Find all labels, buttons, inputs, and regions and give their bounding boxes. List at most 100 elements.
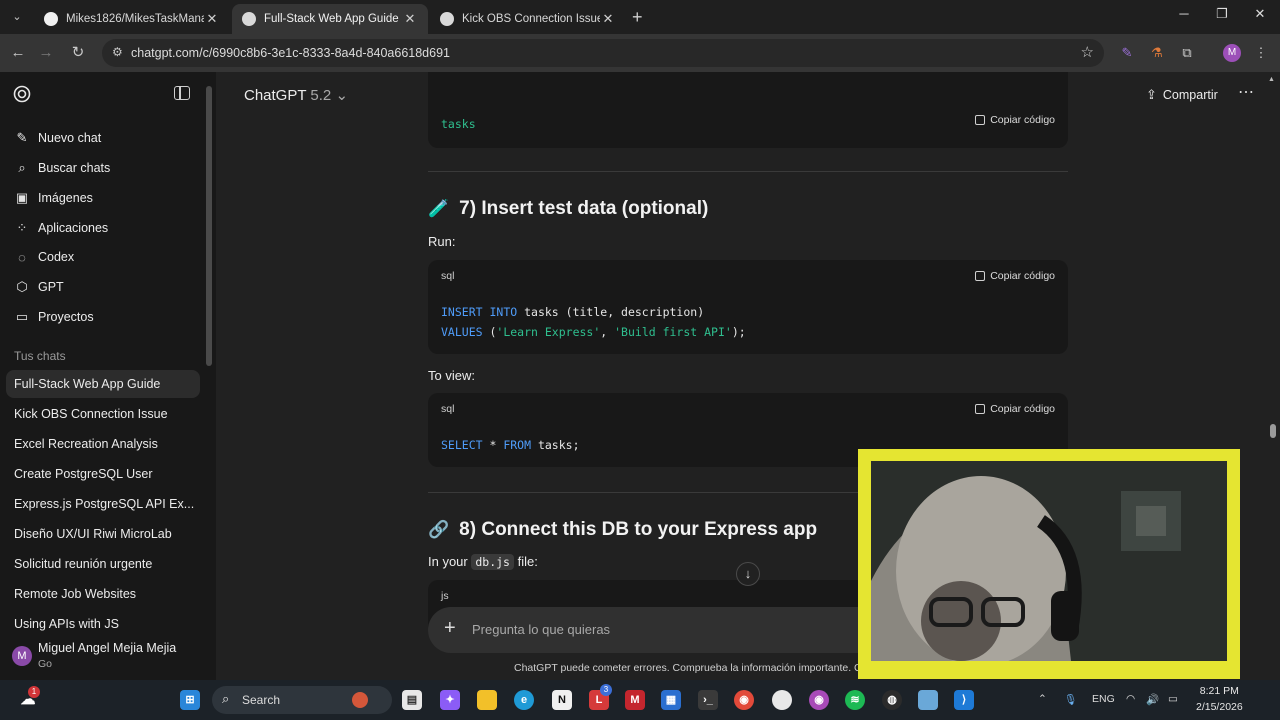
edge-icon[interactable]: e <box>514 690 534 710</box>
paragraph: In your db.js file: <box>428 554 538 570</box>
model-selector[interactable]: ChatGPT 5.2 ⌄ <box>244 86 348 104</box>
code-text: INSERT INTO tasks (title, description) V… <box>441 305 746 339</box>
vscode-icon[interactable]: ⟩ <box>954 690 974 710</box>
url-text: chatgpt.com/c/6990c8b6-3e1c-8333-8a4d-84… <box>131 46 450 60</box>
sidebar-item-label: Imágenes <box>38 191 93 205</box>
sidebar-item-gpt[interactable]: ⬡ GPT <box>8 273 200 301</box>
chat-item[interactable]: Solicitud reunión urgente <box>6 550 200 578</box>
tab-title: Kick OBS Connection Issue <box>462 13 600 25</box>
sidebar-item-codex[interactable]: ◌ Codex <box>8 243 200 271</box>
sidebar-item-new-chat[interactable]: ✎ Nuevo chat <box>8 124 200 152</box>
code-lang: sql <box>441 403 455 415</box>
copy-label: Copiar código <box>990 270 1055 282</box>
chrome-icon[interactable]: ◉ <box>734 690 754 710</box>
chat-item[interactable]: Express.js PostgreSQL API Ex... <box>6 490 200 518</box>
notification-badge: 1 <box>28 686 40 698</box>
chat-item[interactable]: Kick OBS Connection Issue <box>6 400 200 428</box>
microphone-icon[interactable]: 🎙 <box>1064 693 1077 706</box>
network-tool-icon[interactable] <box>918 690 938 710</box>
main-scrollbar-thumb[interactable] <box>1270 424 1276 438</box>
copy-code-button[interactable]: Copiar código <box>975 403 1055 415</box>
copy-code-button[interactable]: Copiar código <box>975 114 1055 126</box>
browser-tab-github[interactable]: Mikes1826/MikesTaskManager ✕ <box>34 4 230 34</box>
sidebar-scrollbar[interactable] <box>206 86 212 366</box>
prompt-input[interactable]: Pregunta lo que quieras <box>472 622 610 637</box>
spotify-icon[interactable]: ≋ <box>845 690 865 710</box>
chatgpt-favicon-icon <box>440 12 454 26</box>
back-icon[interactable]: ← <box>8 43 28 63</box>
code-text: SELECT * FROM tasks; <box>441 438 580 452</box>
chat-item[interactable]: Full-Stack Web App Guide <box>6 370 200 398</box>
clock-time: 8:21 PM <box>1199 685 1239 697</box>
github-desktop-icon[interactable] <box>772 690 792 710</box>
copy-code-button[interactable]: Copiar código <box>975 270 1055 282</box>
language-indicator[interactable]: ENG <box>1092 693 1115 705</box>
browser-tab-bar: ⌄ Mikes1826/MikesTaskManager ✕ Full-Stac… <box>0 0 1280 34</box>
forward-icon[interactable]: → <box>36 43 56 63</box>
obs-icon[interactable]: ◍ <box>882 690 902 710</box>
sidebar-item-search-chats[interactable]: ⌕ Buscar chats <box>8 154 200 182</box>
openai-logo-icon[interactable] <box>12 84 32 104</box>
sidebar-item-apps[interactable]: ⁘ Aplicaciones <box>8 214 200 242</box>
show-hidden-icons[interactable]: ⌃ <box>1038 693 1047 705</box>
copilot-icon[interactable]: ✦ <box>440 690 460 710</box>
sidebar-toggle-icon[interactable] <box>174 86 190 100</box>
site-settings-icon[interactable]: ⚙ <box>112 45 123 59</box>
close-tab-icon[interactable]: ✕ <box>204 11 220 27</box>
task-view-icon[interactable]: ▤ <box>402 690 422 710</box>
scroll-down-button[interactable]: ↓ <box>736 562 760 586</box>
chat-item[interactable]: Create PostgreSQL User <box>6 460 200 488</box>
scroll-up-arrow-icon[interactable]: ▲ <box>1268 76 1275 83</box>
user-account[interactable]: M Miguel Angel Mejia Mejia Go <box>0 634 216 680</box>
github-icon <box>44 12 58 26</box>
address-bar[interactable]: ⚙ chatgpt.com/c/6990c8b6-3e1c-8333-8a4d-… <box>102 39 1104 67</box>
browser-tab-fullstack-guide[interactable]: Full-Stack Web App Guide ✕ <box>232 4 428 34</box>
chatgpt-favicon-icon <box>242 12 256 26</box>
folder-icon: ▭ <box>15 309 29 324</box>
close-tab-icon[interactable]: ✕ <box>402 11 418 27</box>
tab-search-menu-icon[interactable]: ⌄ <box>6 7 28 27</box>
terminal-icon[interactable]: ›_ <box>698 690 718 710</box>
chrome-profile-icon[interactable]: ◉ <box>809 690 829 710</box>
close-window-icon[interactable]: ✕ <box>1250 6 1270 22</box>
paragraph: To view: <box>428 368 475 383</box>
share-button[interactable]: ⇪ Compartir <box>1146 87 1218 103</box>
chat-item[interactable]: Diseño UX/UI Riwi MicroLab <box>6 520 200 548</box>
code-block: tasks Copiar código <box>428 72 1068 148</box>
tab-title: Full-Stack Web App Guide <box>264 13 399 25</box>
flask-extension-icon[interactable]: ⚗ <box>1148 44 1166 62</box>
chat-item[interactable]: Excel Recreation Analysis <box>6 430 200 458</box>
copy-icon <box>975 271 986 281</box>
browser-tab-kick-obs[interactable]: Kick OBS Connection Issue ✕ <box>430 4 626 34</box>
reload-icon[interactable]: ↻ <box>68 43 88 63</box>
more-options-icon[interactable]: ⋯ <box>1238 82 1254 102</box>
search-highlight-icon[interactable] <box>352 692 368 708</box>
bookmark-star-icon[interactable]: ☆ <box>1081 43 1094 61</box>
pen-extension-icon[interactable]: ✎ <box>1118 44 1136 62</box>
minimize-icon[interactable]: ─ <box>1174 6 1194 21</box>
store-icon[interactable]: ▦ <box>661 690 681 710</box>
notion-icon[interactable]: N <box>552 690 572 710</box>
battery-icon[interactable]: ▭ <box>1168 693 1178 705</box>
sidebar-item-images[interactable]: ▣ Imágenes <box>8 184 200 212</box>
sidebar-item-label: Buscar chats <box>38 161 111 175</box>
search-label: Search <box>242 693 281 707</box>
system-clock[interactable]: 8:21 PM 2/15/2026 <box>1196 683 1243 715</box>
add-attachment-icon[interactable]: + <box>444 617 456 640</box>
windows-start-icon[interactable]: ⊞ <box>180 690 200 710</box>
mcafee-icon[interactable]: M <box>625 690 645 710</box>
wifi-icon[interactable]: ◠ <box>1126 693 1135 705</box>
profile-avatar[interactable]: M <box>1223 44 1241 62</box>
code-text: tasks <box>441 117 476 131</box>
extensions-puzzle-icon[interactable]: ⧉ <box>1178 44 1196 62</box>
chat-item[interactable]: Remote Job Websites <box>6 580 200 608</box>
sidebar-item-projects[interactable]: ▭ Proyectos <box>8 303 200 331</box>
new-tab-icon[interactable]: + <box>632 7 643 28</box>
heading-text: 8) Connect this DB to your Express app <box>459 519 818 540</box>
file-explorer-icon[interactable] <box>477 690 497 710</box>
browser-menu-icon[interactable]: ⋮ <box>1252 44 1270 62</box>
volume-icon[interactable]: 🔊 <box>1146 693 1159 706</box>
edit-icon: ✎ <box>16 130 28 145</box>
close-tab-icon[interactable]: ✕ <box>600 11 616 27</box>
maximize-icon[interactable]: ❐ <box>1212 6 1232 22</box>
